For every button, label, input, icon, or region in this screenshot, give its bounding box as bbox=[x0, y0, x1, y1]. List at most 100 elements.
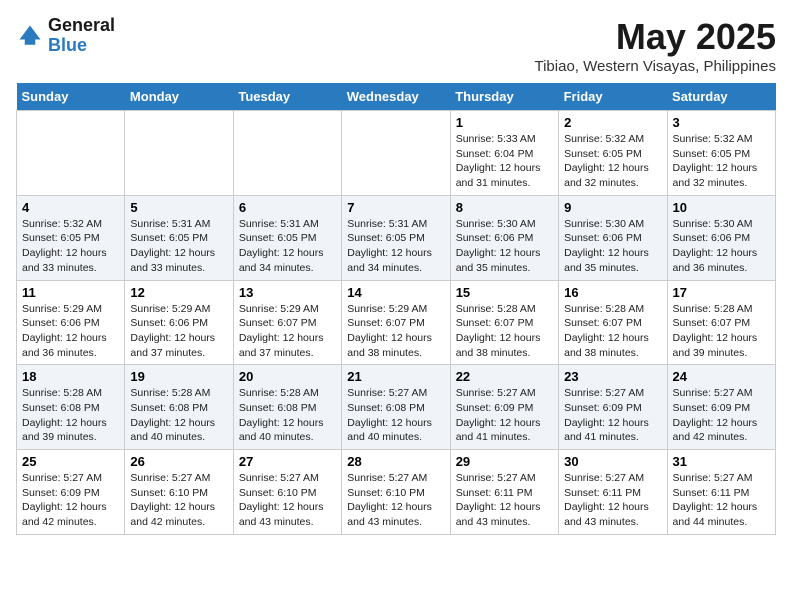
calendar-cell: 8 Sunrise: 5:30 AM Sunset: 6:06 PM Daylig… bbox=[450, 195, 558, 280]
calendar-cell: 28 Sunrise: 5:27 AM Sunset: 6:10 PM Dayli… bbox=[342, 450, 450, 535]
calendar-cell bbox=[342, 111, 450, 196]
day-info: Sunrise: 5:27 AM Sunset: 6:11 PM Dayligh… bbox=[564, 471, 661, 530]
logo-icon bbox=[16, 22, 44, 50]
col-tuesday: Tuesday bbox=[233, 83, 341, 111]
page-header: General Blue May 2025 Tibiao, Western Vi… bbox=[16, 16, 776, 75]
week-row-2: 4Sunrise: 5:32 AM Sunset: 6:05 PM Daylig… bbox=[17, 195, 776, 280]
day-info: Sunrise: 5:27 AM Sunset: 6:11 PM Dayligh… bbox=[673, 471, 770, 530]
col-thursday: Thursday bbox=[450, 83, 558, 111]
day-info: Sunrise: 5:32 AM Sunset: 6:05 PM Dayligh… bbox=[22, 217, 119, 276]
calendar-cell: 21 Sunrise: 5:27 AM Sunset: 6:08 PM Dayli… bbox=[342, 365, 450, 450]
calendar-cell: 17Sunrise: 5:28 AM Sunset: 6:07 PM Dayli… bbox=[667, 280, 775, 365]
day-number: 21 bbox=[347, 369, 444, 384]
calendar-cell: 11 Sunrise: 5:29 AM Sunset: 6:06 PM Dayli… bbox=[17, 280, 125, 365]
day-info: Sunrise: 5:32 AM Sunset: 6:05 PM Dayligh… bbox=[564, 132, 661, 191]
day-info: Sunrise: 5:30 AM Sunset: 6:06 PM Dayligh… bbox=[564, 217, 661, 276]
calendar-cell: 7 Sunrise: 5:31 AM Sunset: 6:05 PM Daylig… bbox=[342, 195, 450, 280]
week-row-3: 11 Sunrise: 5:29 AM Sunset: 6:06 PM Dayli… bbox=[17, 280, 776, 365]
day-number: 1 bbox=[456, 115, 553, 130]
day-number: 16 bbox=[564, 285, 661, 300]
day-info: Sunrise: 5:30 AM Sunset: 6:06 PM Dayligh… bbox=[673, 217, 770, 276]
header-row: Sunday Monday Tuesday Wednesday Thursday… bbox=[17, 83, 776, 111]
calendar-cell: 13Sunrise: 5:29 AM Sunset: 6:07 PM Dayli… bbox=[233, 280, 341, 365]
day-number: 14 bbox=[347, 285, 444, 300]
calendar-cell: 9 Sunrise: 5:30 AM Sunset: 6:06 PM Daylig… bbox=[559, 195, 667, 280]
day-number: 11 bbox=[22, 285, 119, 300]
day-info: Sunrise: 5:29 AM Sunset: 6:07 PM Dayligh… bbox=[347, 302, 444, 361]
calendar-cell: 14 Sunrise: 5:29 AM Sunset: 6:07 PM Dayli… bbox=[342, 280, 450, 365]
logo-text: General Blue bbox=[48, 16, 115, 56]
day-info: Sunrise: 5:32 AM Sunset: 6:05 PM Dayligh… bbox=[673, 132, 770, 191]
calendar-cell: 1Sunrise: 5:33 AM Sunset: 6:04 PM Daylig… bbox=[450, 111, 558, 196]
day-number: 26 bbox=[130, 454, 227, 469]
calendar-cell bbox=[17, 111, 125, 196]
logo-blue: Blue bbox=[48, 36, 115, 56]
day-number: 6 bbox=[239, 200, 336, 215]
day-number: 8 bbox=[456, 200, 553, 215]
day-number: 5 bbox=[130, 200, 227, 215]
day-number: 12 bbox=[130, 285, 227, 300]
calendar-cell: 6 Sunrise: 5:31 AM Sunset: 6:05 PM Daylig… bbox=[233, 195, 341, 280]
day-number: 27 bbox=[239, 454, 336, 469]
calendar-cell: 30Sunrise: 5:27 AM Sunset: 6:11 PM Dayli… bbox=[559, 450, 667, 535]
calendar-table: Sunday Monday Tuesday Wednesday Thursday… bbox=[16, 83, 776, 535]
logo-general: General bbox=[48, 16, 115, 36]
day-number: 2 bbox=[564, 115, 661, 130]
day-info: Sunrise: 5:27 AM Sunset: 6:09 PM Dayligh… bbox=[564, 386, 661, 445]
day-info: Sunrise: 5:28 AM Sunset: 6:07 PM Dayligh… bbox=[564, 302, 661, 361]
day-info: Sunrise: 5:28 AM Sunset: 6:08 PM Dayligh… bbox=[130, 386, 227, 445]
day-info: Sunrise: 5:27 AM Sunset: 6:10 PM Dayligh… bbox=[130, 471, 227, 530]
calendar-cell: 18 Sunrise: 5:28 AM Sunset: 6:08 PM Dayli… bbox=[17, 365, 125, 450]
day-info: Sunrise: 5:28 AM Sunset: 6:07 PM Dayligh… bbox=[456, 302, 553, 361]
day-info: Sunrise: 5:27 AM Sunset: 6:08 PM Dayligh… bbox=[347, 386, 444, 445]
calendar-cell: 12 Sunrise: 5:29 AM Sunset: 6:06 PM Dayli… bbox=[125, 280, 233, 365]
day-number: 24 bbox=[673, 369, 770, 384]
calendar-cell: 29Sunrise: 5:27 AM Sunset: 6:11 PM Dayli… bbox=[450, 450, 558, 535]
calendar-cell: 5 Sunrise: 5:31 AM Sunset: 6:05 PM Daylig… bbox=[125, 195, 233, 280]
calendar-cell: 19 Sunrise: 5:28 AM Sunset: 6:08 PM Dayli… bbox=[125, 365, 233, 450]
day-number: 9 bbox=[564, 200, 661, 215]
col-wednesday: Wednesday bbox=[342, 83, 450, 111]
day-info: Sunrise: 5:30 AM Sunset: 6:06 PM Dayligh… bbox=[456, 217, 553, 276]
day-number: 18 bbox=[22, 369, 119, 384]
day-info: Sunrise: 5:29 AM Sunset: 6:06 PM Dayligh… bbox=[130, 302, 227, 361]
day-number: 3 bbox=[673, 115, 770, 130]
calendar-cell: 27Sunrise: 5:27 AM Sunset: 6:10 PM Dayli… bbox=[233, 450, 341, 535]
week-row-1: 1Sunrise: 5:33 AM Sunset: 6:04 PM Daylig… bbox=[17, 111, 776, 196]
day-number: 7 bbox=[347, 200, 444, 215]
calendar-cell: 24 Sunrise: 5:27 AM Sunset: 6:09 PM Dayli… bbox=[667, 365, 775, 450]
day-info: Sunrise: 5:29 AM Sunset: 6:06 PM Dayligh… bbox=[22, 302, 119, 361]
day-info: Sunrise: 5:28 AM Sunset: 6:08 PM Dayligh… bbox=[22, 386, 119, 445]
calendar-cell: 22 Sunrise: 5:27 AM Sunset: 6:09 PM Dayli… bbox=[450, 365, 558, 450]
title-block: May 2025 Tibiao, Western Visayas, Philip… bbox=[534, 16, 776, 75]
day-info: Sunrise: 5:29 AM Sunset: 6:07 PM Dayligh… bbox=[239, 302, 336, 361]
week-row-5: 25Sunrise: 5:27 AM Sunset: 6:09 PM Dayli… bbox=[17, 450, 776, 535]
day-number: 22 bbox=[456, 369, 553, 384]
day-number: 28 bbox=[347, 454, 444, 469]
calendar-cell bbox=[125, 111, 233, 196]
col-monday: Monday bbox=[125, 83, 233, 111]
calendar-cell: 4Sunrise: 5:32 AM Sunset: 6:05 PM Daylig… bbox=[17, 195, 125, 280]
day-info: Sunrise: 5:31 AM Sunset: 6:05 PM Dayligh… bbox=[130, 217, 227, 276]
day-number: 31 bbox=[673, 454, 770, 469]
month-title: May 2025 bbox=[534, 16, 776, 58]
calendar-cell: 15Sunrise: 5:28 AM Sunset: 6:07 PM Dayli… bbox=[450, 280, 558, 365]
day-number: 29 bbox=[456, 454, 553, 469]
day-info: Sunrise: 5:27 AM Sunset: 6:10 PM Dayligh… bbox=[347, 471, 444, 530]
day-number: 10 bbox=[673, 200, 770, 215]
day-info: Sunrise: 5:27 AM Sunset: 6:09 PM Dayligh… bbox=[456, 386, 553, 445]
day-number: 19 bbox=[130, 369, 227, 384]
calendar-cell: 31 Sunrise: 5:27 AM Sunset: 6:11 PM Dayli… bbox=[667, 450, 775, 535]
day-info: Sunrise: 5:27 AM Sunset: 6:09 PM Dayligh… bbox=[673, 386, 770, 445]
calendar-cell bbox=[233, 111, 341, 196]
col-saturday: Saturday bbox=[667, 83, 775, 111]
day-number: 23 bbox=[564, 369, 661, 384]
calendar-cell: 20Sunrise: 5:28 AM Sunset: 6:08 PM Dayli… bbox=[233, 365, 341, 450]
calendar-header: Sunday Monday Tuesday Wednesday Thursday… bbox=[17, 83, 776, 111]
day-info: Sunrise: 5:31 AM Sunset: 6:05 PM Dayligh… bbox=[347, 217, 444, 276]
day-info: Sunrise: 5:31 AM Sunset: 6:05 PM Dayligh… bbox=[239, 217, 336, 276]
week-row-4: 18 Sunrise: 5:28 AM Sunset: 6:08 PM Dayli… bbox=[17, 365, 776, 450]
calendar-cell: 25Sunrise: 5:27 AM Sunset: 6:09 PM Dayli… bbox=[17, 450, 125, 535]
col-friday: Friday bbox=[559, 83, 667, 111]
calendar-cell: 3 Sunrise: 5:32 AM Sunset: 6:05 PM Daylig… bbox=[667, 111, 775, 196]
